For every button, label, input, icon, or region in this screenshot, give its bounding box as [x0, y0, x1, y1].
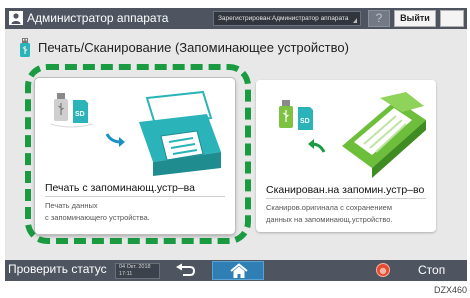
- admin-label: Администратор аппарата: [27, 11, 169, 25]
- login-status-field[interactable]: Зарегистрирован:Администратор аппарата: [213, 11, 361, 26]
- bottom-bar: Проверить статус 04 Окт. 2018 17:11 Стоп: [5, 260, 467, 281]
- login-status-text: Зарегистрирован:Администратор аппарата: [218, 15, 349, 22]
- usb-icon: [279, 100, 293, 128]
- divider: [45, 196, 225, 197]
- date-text: 04 Окт. 2018: [119, 264, 151, 270]
- night-mode-button[interactable]: [440, 10, 464, 27]
- scan-to-storage-card[interactable]: SD Сканирован.на запомин.устр–во Сканиро…: [256, 80, 436, 232]
- card-description-line: Печать данных: [45, 201, 98, 210]
- top-bar: Администратор аппарата Зарегистрирован:А…: [5, 8, 467, 29]
- stop-icon[interactable]: [376, 263, 390, 277]
- print-illustration: SD: [50, 90, 221, 176]
- usb-icon: [54, 93, 68, 121]
- home-icon: [230, 263, 248, 278]
- arrow-back-icon: [308, 139, 326, 153]
- time-text: 17:11: [119, 271, 133, 277]
- logout-button[interactable]: Выйти: [394, 10, 436, 27]
- card-description: Сканиров.оригинала с сохранением данных …: [266, 202, 393, 226]
- back-icon: [176, 263, 196, 276]
- user-icon: [9, 11, 23, 25]
- help-button[interactable]: ?: [368, 10, 390, 27]
- back-button[interactable]: [171, 262, 199, 279]
- svg-text:SD: SD: [75, 111, 85, 118]
- divider: [266, 198, 426, 199]
- printer-icon: [139, 90, 221, 176]
- stop-button[interactable]: Стоп: [418, 263, 445, 277]
- card-description: Печать данных с запоминающего устройства…: [45, 200, 150, 224]
- stop-hand-icon: [379, 267, 387, 275]
- home-button[interactable]: [212, 261, 264, 280]
- screen: Администратор аппарата Зарегистрирован:А…: [5, 8, 467, 281]
- card-title: Сканирован.на запомин.устр–во: [266, 184, 425, 196]
- check-status-button[interactable]: Проверить статус: [8, 262, 107, 276]
- sd-card-icon: SD: [298, 107, 313, 130]
- scanner-icon: [342, 92, 426, 178]
- night-mode-icon: [449, 14, 455, 25]
- date-time-display: 04 Окт. 2018 17:11: [115, 263, 160, 279]
- print-from-storage-card[interactable]: SD Печать с запоминающ.устр–ва Печать да…: [35, 78, 235, 234]
- svg-text:SD: SD: [300, 118, 310, 125]
- figure-code: DZX460: [433, 285, 467, 295]
- page-title: Печать/Сканирование (Запоминающее устрой…: [38, 40, 349, 55]
- card-description-line: Сканиров.оригинала с сохранением: [266, 203, 392, 212]
- help-icon: ?: [375, 11, 383, 25]
- card-title: Печать с запоминающ.устр–ва: [45, 182, 195, 194]
- corner-indicator-icon: [353, 18, 357, 23]
- card-description-line: данных на запоминающ.устройство.: [266, 215, 393, 224]
- sd-card-icon: SD: [73, 100, 88, 123]
- card-description-line: с запоминающего устройства.: [45, 213, 150, 222]
- usb-icon: [20, 38, 30, 57]
- arrow-right-icon: [105, 133, 125, 147]
- scan-illustration: SD: [279, 92, 426, 178]
